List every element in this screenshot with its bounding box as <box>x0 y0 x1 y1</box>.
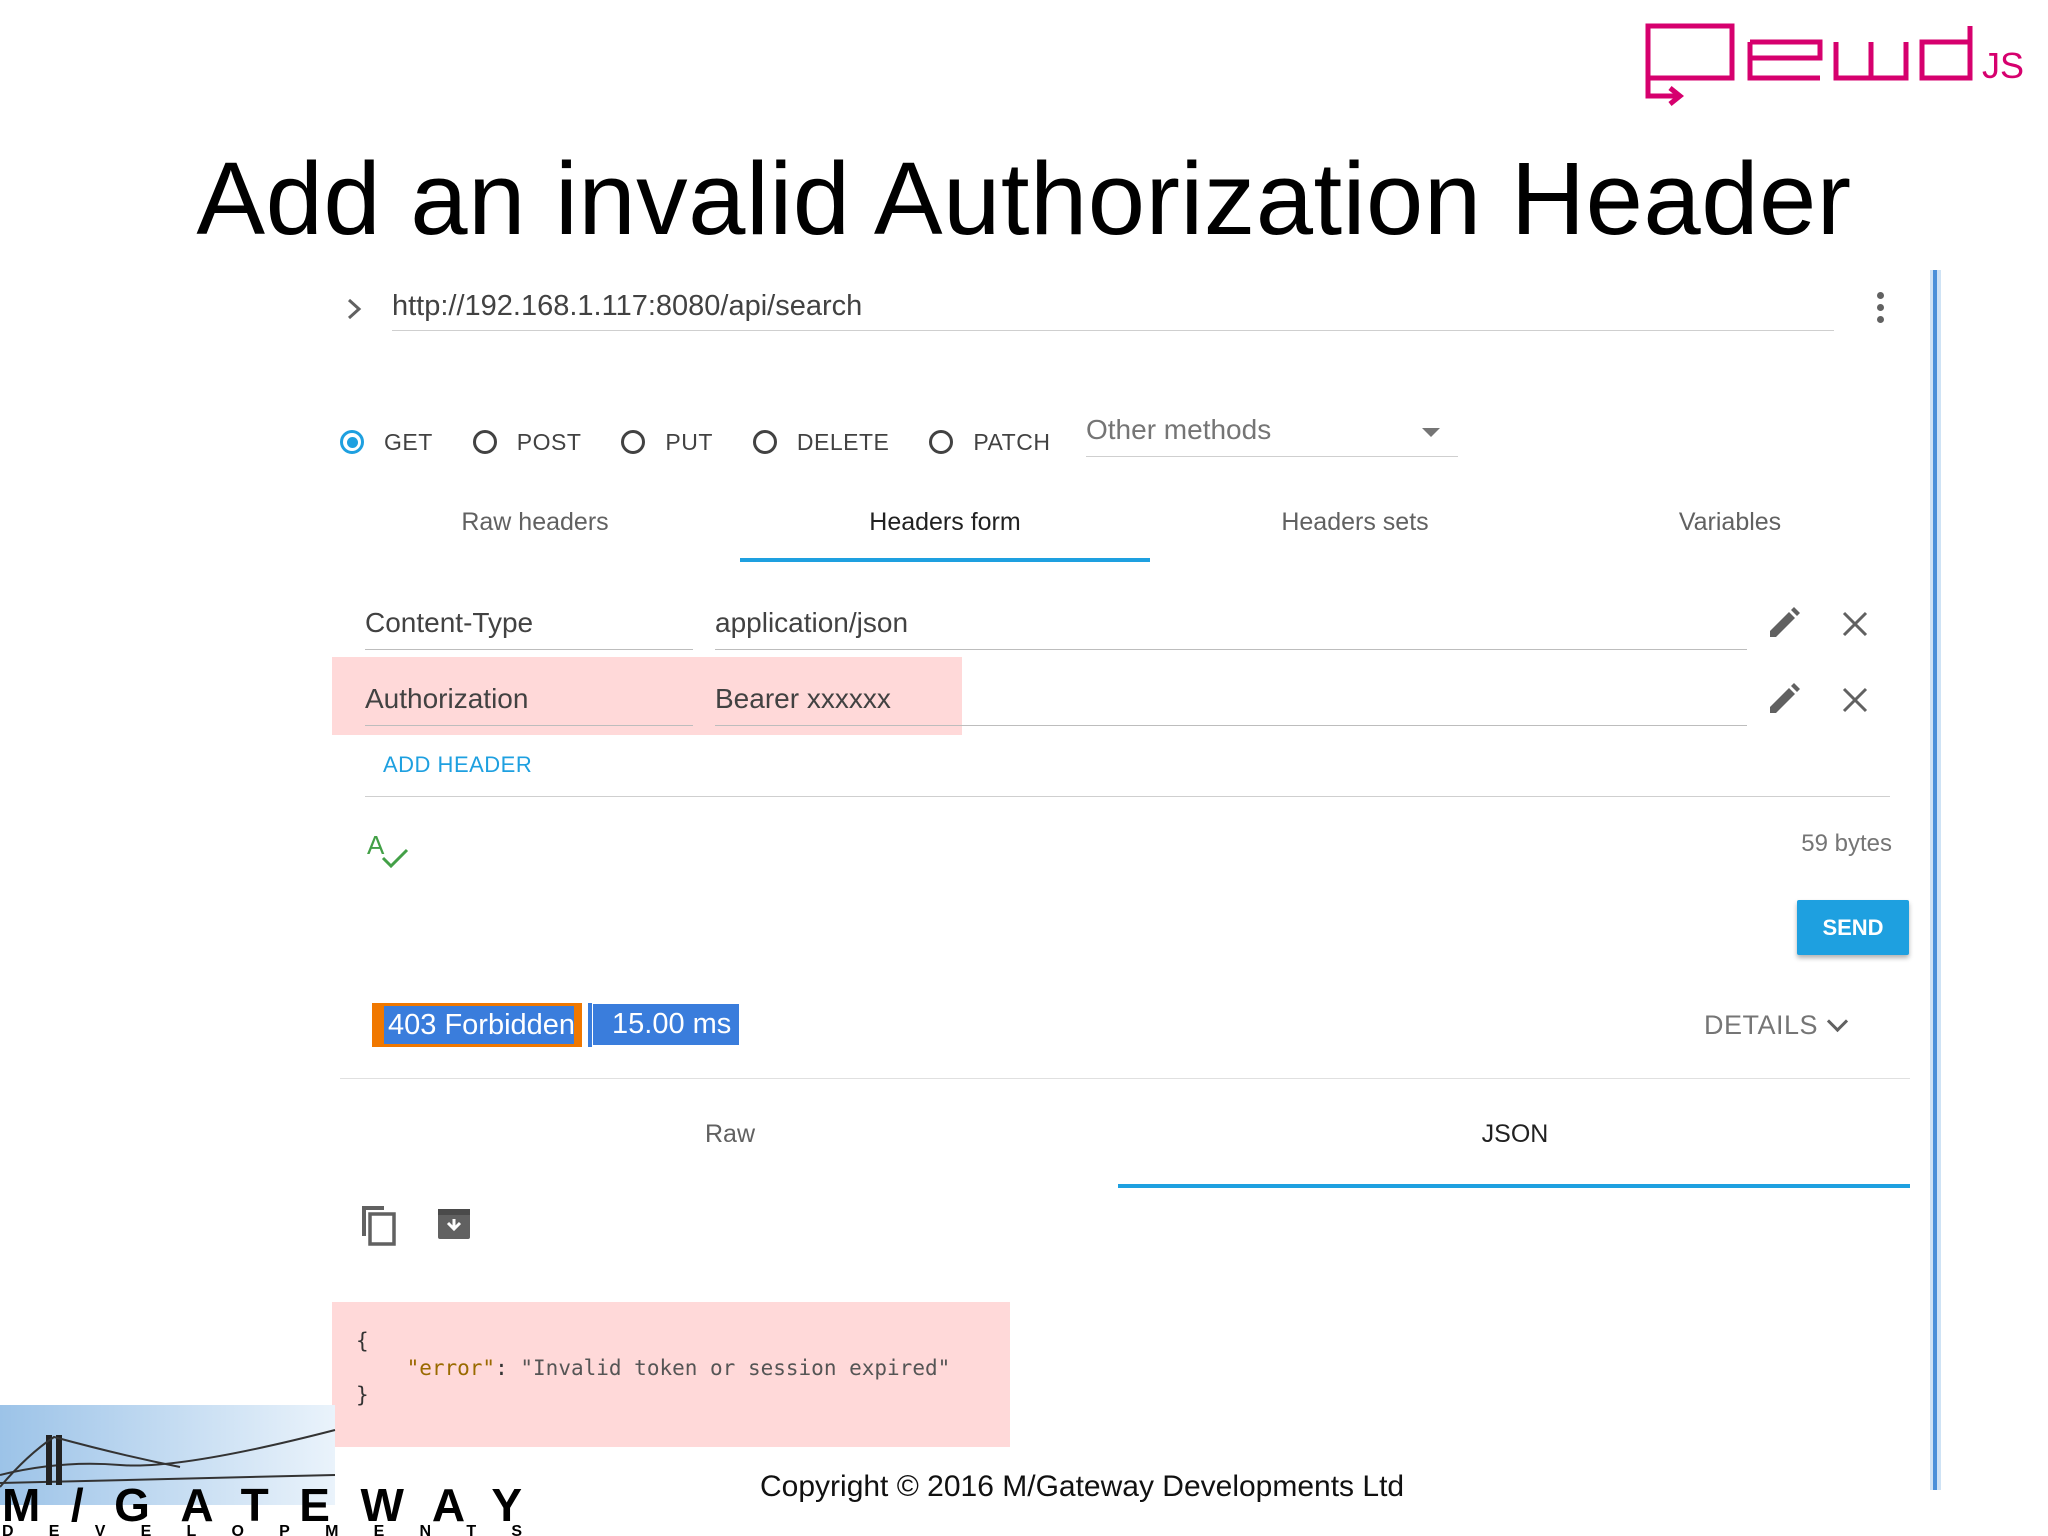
copyright-text: Copyright © 2016 M/Gateway Developments … <box>760 1470 1405 1503</box>
svg-text:M/GATEWAY: M/GATEWAY <box>2 1479 522 1531</box>
json-value: "Invalid token or session expired" <box>520 1356 951 1380</box>
divider <box>340 1078 1910 1079</box>
tab-ink-bar <box>1118 1184 1910 1188</box>
tab-headers-sets[interactable]: Headers sets <box>1230 490 1480 560</box>
radio-unchecked-icon[interactable] <box>929 430 954 454</box>
radio-delete[interactable]: DELETE <box>752 428 890 456</box>
chevron-right-icon[interactable] <box>344 292 366 335</box>
spellcheck-icon[interactable]: A <box>365 828 417 872</box>
logo-js-text: JS <box>1982 45 2024 86</box>
add-header-button[interactable]: ADD HEADER <box>383 752 532 778</box>
radio-label: PATCH <box>973 428 1051 455</box>
radio-patch[interactable]: PATCH <box>929 429 1050 456</box>
url-underline <box>392 330 1834 331</box>
radio-unchecked-icon[interactable] <box>472 430 497 454</box>
slide-title: Add an invalid Authorization Header <box>196 141 1852 256</box>
chevron-down-icon <box>1826 1010 1849 1033</box>
tab-raw-headers[interactable]: Raw headers <box>410 490 660 560</box>
json-response-body[interactable]: { "error": "Invalid token or session exp… <box>356 1328 950 1409</box>
header-value-input[interactable]: application/json <box>715 599 1747 650</box>
radio-put[interactable]: PUT <box>621 429 713 456</box>
tab-headers-form[interactable]: Headers form <box>740 490 1150 560</box>
body-size-label: 59 bytes <box>1801 830 1892 857</box>
header-row: Authorization Bearer xxxxxx <box>365 675 1885 735</box>
more-vert-icon[interactable] <box>1870 292 1890 332</box>
mgateway-logo: M/GATEWAY DEVELOPMENTS <box>0 1405 522 1536</box>
other-methods-label: Other methods <box>1086 414 1272 445</box>
radio-unchecked-icon[interactable] <box>752 430 777 454</box>
scrollbar-thumb[interactable] <box>1933 270 1937 1490</box>
selection-caret <box>588 1003 592 1047</box>
close-icon[interactable] <box>1835 680 1875 720</box>
pencil-icon[interactable] <box>1763 680 1803 720</box>
qewd-logo: JS <box>1645 23 2024 106</box>
response-time: 15.00 ms <box>593 1004 740 1045</box>
dropdown-caret-icon <box>1422 428 1440 437</box>
radio-label: POST <box>516 428 582 455</box>
radio-label: PUT <box>665 428 713 455</box>
method-radio-group: GET POST PUT DELETE PATCH <box>340 422 1090 462</box>
details-toggle[interactable]: DETAILS <box>1704 1010 1849 1041</box>
status-badge: 403 Forbidden <box>372 1003 582 1047</box>
archive-icon[interactable] <box>436 1205 472 1241</box>
status-text: 403 Forbidden <box>384 1006 575 1044</box>
json-brace: } <box>356 1383 369 1407</box>
svg-text:A: A <box>367 830 385 860</box>
radio-label: DELETE <box>796 428 890 455</box>
close-icon[interactable] <box>1835 604 1875 644</box>
radio-get[interactable]: GET <box>340 429 433 456</box>
tab-json[interactable]: JSON <box>1460 1120 1570 1149</box>
json-brace: { <box>356 1329 369 1353</box>
tab-raw[interactable]: Raw <box>680 1120 780 1149</box>
copy-icon[interactable] <box>358 1202 398 1246</box>
url-input[interactable]: http://192.168.1.117:8080/api/search <box>392 290 862 323</box>
json-colon: : <box>495 1356 521 1380</box>
radio-checked-icon[interactable] <box>340 430 364 454</box>
other-methods-dropdown[interactable]: Other methods <box>1086 412 1458 457</box>
details-label: DETAILS <box>1704 1010 1819 1040</box>
header-name-input[interactable]: Authorization <box>365 675 693 726</box>
divider <box>365 796 1890 797</box>
header-value-input[interactable]: Bearer xxxxxx <box>715 675 1747 726</box>
tab-variables[interactable]: Variables <box>1630 490 1830 560</box>
json-key: "error" <box>406 1356 496 1380</box>
header-tabs: Raw headers Headers form Headers sets Va… <box>330 490 1940 562</box>
header-name-input[interactable]: Content-Type <box>365 599 693 650</box>
radio-post[interactable]: POST <box>472 428 582 456</box>
pencil-icon[interactable] <box>1763 604 1803 644</box>
radio-unchecked-icon[interactable] <box>621 430 646 454</box>
send-button[interactable]: SEND <box>1797 900 1909 955</box>
radio-label: GET <box>384 428 433 455</box>
header-row: Content-Type application/json <box>365 599 1885 659</box>
tab-ink-bar <box>740 558 1150 562</box>
